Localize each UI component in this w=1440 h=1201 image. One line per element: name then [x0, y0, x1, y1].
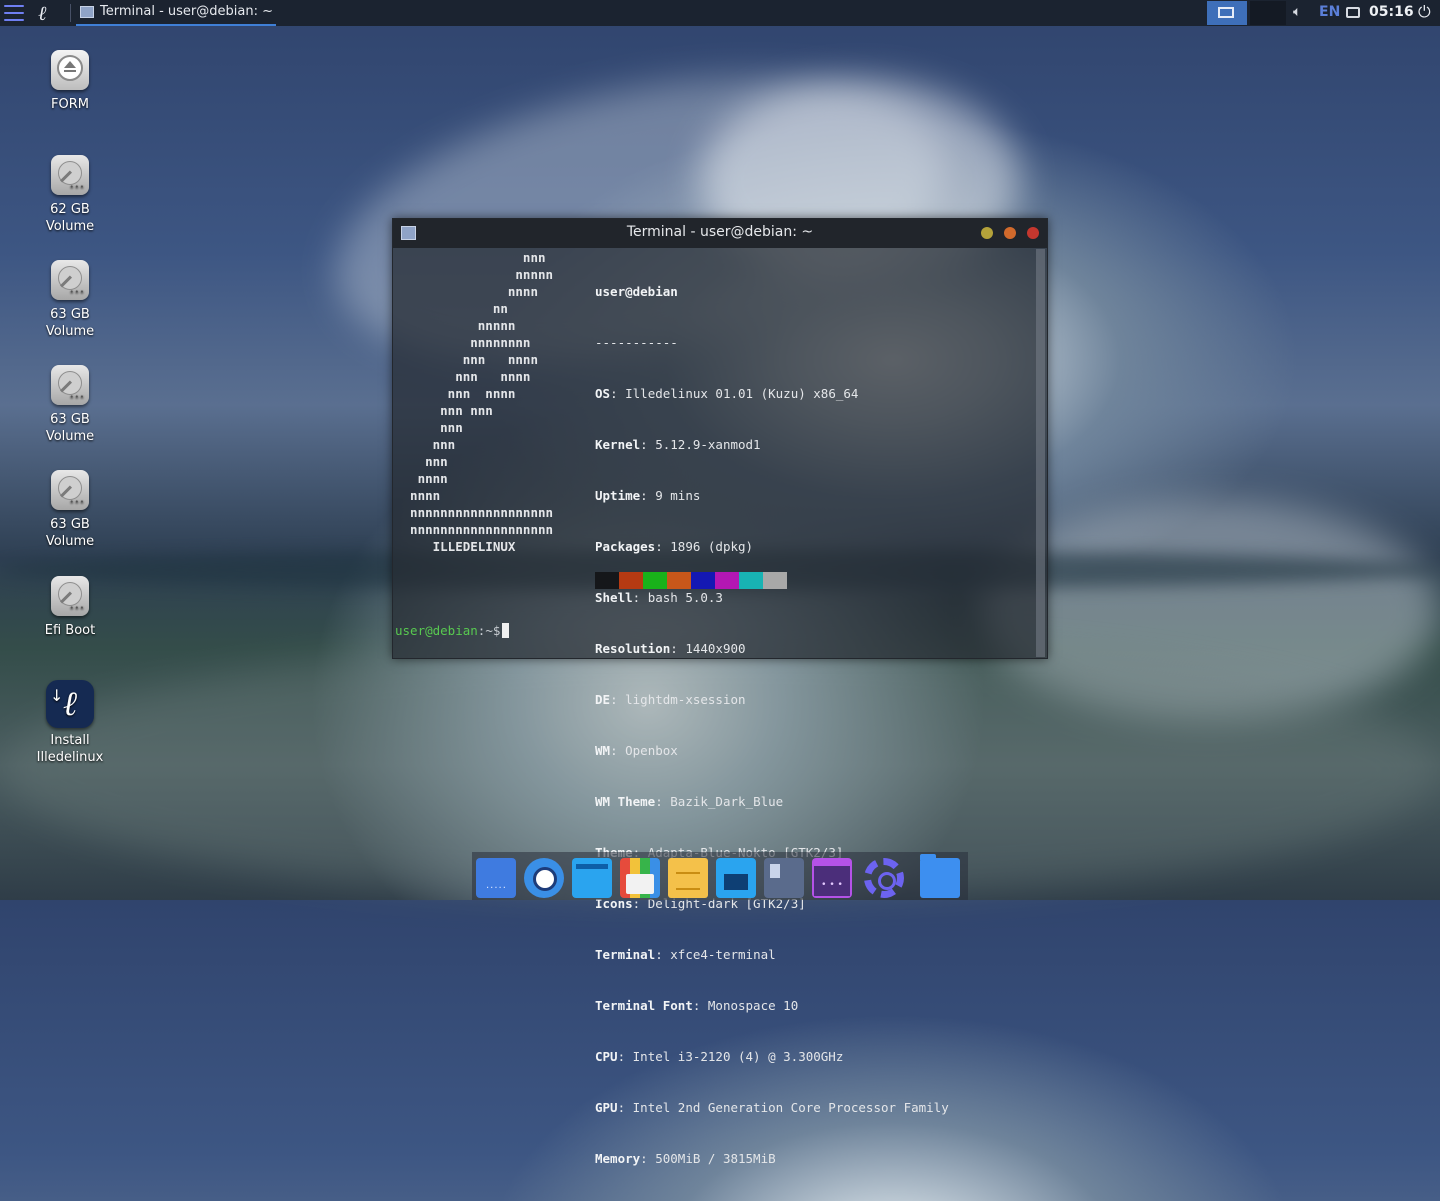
- color-swatch: [619, 572, 643, 589]
- workspace-2-button[interactable]: [1250, 1, 1286, 25]
- notification-icon[interactable]: [1346, 7, 1360, 18]
- desktop-icon-label: 63 GB Volume: [45, 517, 95, 549]
- panel-separator: [70, 4, 71, 22]
- show-desktop-icon[interactable]: [476, 858, 516, 898]
- info-row: Terminal: xfce4-terminal: [595, 947, 776, 962]
- color-swatch: [691, 572, 715, 589]
- info-row: DE: lightdm-xsession: [595, 692, 746, 707]
- terminal-title: Terminal - user@debian: ~: [626, 224, 814, 240]
- color-swatch: [715, 572, 739, 589]
- info-row: Memory: 500MiB / 3815MiB: [595, 1151, 776, 1166]
- info-row: Kernel: 5.12.9-xanmod1: [595, 437, 761, 452]
- info-row: Uptime: 9 mins: [595, 488, 701, 503]
- desktop-icon-label: 62 GB Volume: [45, 202, 95, 234]
- neofetch-header: user@debian: [595, 284, 678, 299]
- terminal-output[interactable]: nnn nnnnn nnnn nn nnnnn nnnnnnnn nnn nnn…: [393, 249, 1033, 1166]
- color-swatch: [739, 572, 763, 589]
- dock: [472, 852, 968, 900]
- text-cursor: [502, 623, 510, 638]
- terminal-scrollbar[interactable]: [1036, 249, 1045, 657]
- desktop-icon-label: 63 GB Volume: [45, 412, 95, 444]
- save-icon[interactable]: [716, 858, 756, 898]
- desktop-icon-efi-boot[interactable]: ••• Efi Boot: [25, 576, 115, 639]
- folder-icon[interactable]: [920, 854, 960, 898]
- keyboard-layout-indicator[interactable]: EN: [1319, 4, 1340, 20]
- color-swatch: [643, 572, 667, 589]
- desktop-icon-volume[interactable]: ••• 62 GB Volume: [25, 155, 115, 235]
- taskbar-terminal-button[interactable]: Terminal - user@debian: ~: [76, 0, 276, 26]
- minimize-button[interactable]: [981, 227, 993, 239]
- workspace-icon: [1218, 7, 1234, 18]
- prompt-user: user@debian: [395, 623, 478, 638]
- info-row: Packages: 1896 (dpkg): [595, 539, 754, 554]
- desktop-icon-volume[interactable]: ••• 63 GB Volume: [25, 365, 115, 445]
- panel-icon[interactable]: [812, 858, 852, 898]
- application-menu-icon[interactable]: [4, 5, 24, 21]
- color-swatch: [763, 572, 787, 589]
- maximize-button[interactable]: [1004, 227, 1016, 239]
- info-row: Terminal Font: Monospace 10: [595, 998, 799, 1013]
- browser-icon[interactable]: [524, 858, 564, 898]
- neofetch-info: user@debian ----------- OS: Illedelinux …: [595, 249, 949, 1201]
- hard-drive-icon: •••: [51, 155, 89, 195]
- info-row: OS: Illedelinux 01.01 (Kuzu) x86_64: [595, 386, 859, 401]
- color-swatch: [595, 572, 619, 589]
- desktop-icon-volume[interactable]: ••• 63 GB Volume: [25, 260, 115, 340]
- desktop-icon-form[interactable]: FORM: [25, 50, 115, 113]
- eject-drive-icon: [51, 50, 89, 90]
- taskbar-terminal-label: Terminal - user@debian: ~: [100, 4, 273, 19]
- info-row: WM: Openbox: [595, 743, 678, 758]
- desktop-icon-label: Install Illedelinux: [36, 733, 104, 765]
- settings-icon[interactable]: [864, 858, 904, 898]
- info-row: Resolution: 1440x900: [595, 641, 746, 656]
- info-row: WM Theme: Bazik_Dark_Blue: [595, 794, 784, 809]
- clock[interactable]: 05:16: [1369, 4, 1414, 20]
- shell-prompt[interactable]: user@debian:~$: [395, 622, 510, 639]
- workspace-1-button[interactable]: [1207, 1, 1247, 25]
- hard-drive-icon: •••: [51, 576, 89, 616]
- close-button[interactable]: [1027, 227, 1039, 239]
- top-panel: ℓ Terminal - user@debian: ~ 🔈︎ EN 05:16 …: [0, 0, 1440, 26]
- hard-drive-icon: •••: [51, 365, 89, 405]
- info-row: Shell: bash 5.0.3: [595, 590, 723, 605]
- color-palette: [595, 572, 787, 589]
- desktop-icon-label: FORM: [51, 97, 89, 112]
- hard-drive-icon: •••: [51, 470, 89, 510]
- volume-icon[interactable]: 🔈︎: [1293, 4, 1301, 20]
- info-row: CPU: Intel i3-2120 (4) @ 3.300GHz: [595, 1049, 844, 1064]
- terminal-icon[interactable]: [764, 858, 804, 898]
- color-swatch: [667, 572, 691, 589]
- terminal-titlebar[interactable]: Terminal - user@debian: ~: [393, 219, 1047, 248]
- notes-icon[interactable]: [668, 858, 708, 898]
- desktop-icon-label: Efi Boot: [44, 623, 96, 638]
- desktop-icon-label: 63 GB Volume: [45, 307, 95, 339]
- info-row: GPU: Intel 2nd Generation Core Processor…: [595, 1100, 949, 1115]
- illedelinux-logo-icon[interactable]: ℓ: [38, 2, 58, 24]
- desktop-icon-install[interactable]: ↓ ℓ Install Illedelinux: [25, 680, 115, 766]
- app-store-icon[interactable]: [620, 858, 660, 898]
- neofetch-ascii-logo: nnn nnnnn nnnn nn nnnnn nnnnnnnn nnn nnn…: [410, 250, 554, 554]
- file-manager-icon[interactable]: [572, 858, 612, 898]
- power-icon[interactable]: ⏻: [1418, 2, 1431, 22]
- prompt-path: :~$: [477, 623, 501, 638]
- installer-icon: ↓ ℓ: [46, 680, 94, 728]
- desktop-icon-volume[interactable]: ••• 63 GB Volume: [25, 470, 115, 550]
- terminal-window[interactable]: Terminal - user@debian: ~ nnn nnnnn nnnn…: [392, 218, 1048, 1166]
- neofetch-divider: -----------: [595, 335, 678, 350]
- hard-drive-icon: •••: [51, 260, 89, 300]
- terminal-window-icon: [80, 6, 94, 18]
